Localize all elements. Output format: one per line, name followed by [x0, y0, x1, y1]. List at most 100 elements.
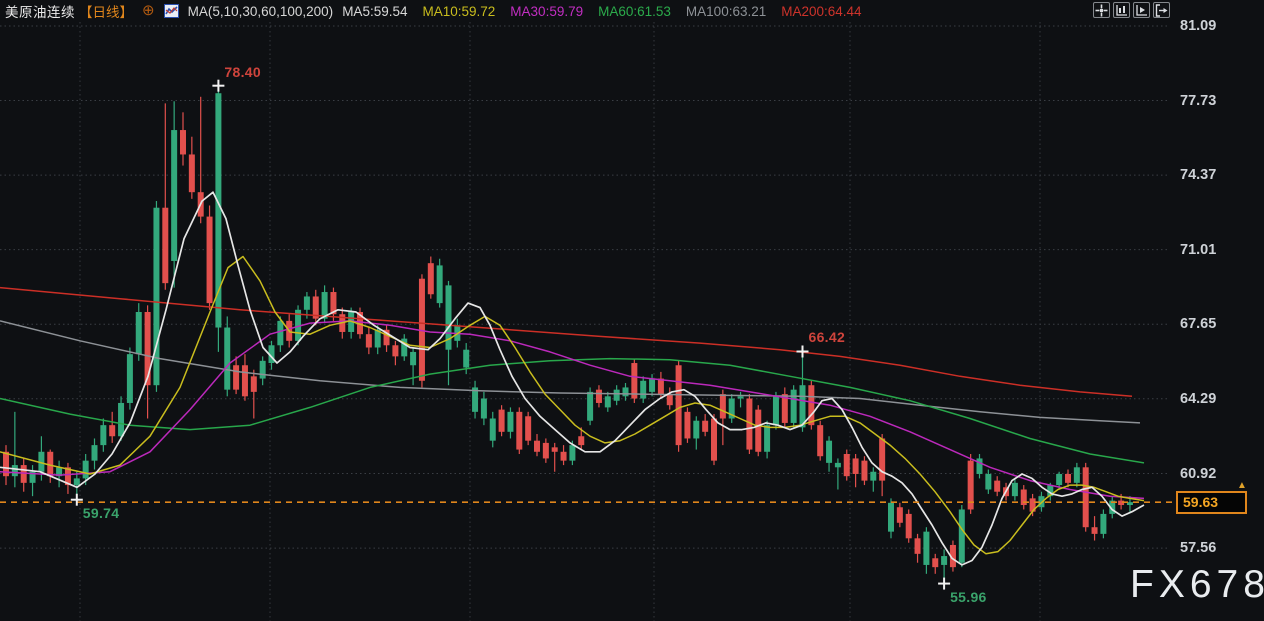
candle-body[interactable] [843, 453, 850, 477]
candle-body[interactable] [277, 320, 284, 346]
candle-body[interactable] [834, 462, 841, 468]
candle-body[interactable] [436, 265, 443, 304]
candle-body[interactable] [91, 445, 98, 461]
candle-body[interactable] [463, 349, 470, 368]
candle-body[interactable] [534, 440, 540, 452]
candle-body[interactable] [303, 296, 310, 310]
candle-body[interactable] [914, 538, 921, 554]
candle-body[interactable] [817, 425, 824, 457]
candle-body[interactable] [100, 425, 107, 446]
candle-body[interactable] [82, 460, 89, 479]
candle-body[interactable] [551, 447, 558, 452]
candle-body[interactable] [675, 365, 682, 446]
ma-value-label: MA100:63.21 [685, 3, 767, 19]
candle-body[interactable] [976, 458, 983, 474]
candle-body[interactable] [808, 385, 815, 426]
candle-body[interactable] [1073, 467, 1080, 483]
candle-body[interactable] [250, 376, 257, 392]
candle-body[interactable] [171, 130, 178, 261]
candle-body[interactable] [109, 425, 116, 437]
candle-body[interactable] [719, 394, 726, 419]
candle-body[interactable] [640, 380, 647, 399]
line-chart-icon[interactable] [163, 4, 179, 18]
candle-body[interactable] [224, 327, 231, 390]
candle-body[interactable] [365, 334, 372, 348]
candle-body[interactable] [560, 451, 567, 461]
candle-body[interactable] [896, 507, 903, 523]
candle-body[interactable] [569, 445, 576, 461]
candle-body[interactable] [755, 409, 762, 452]
candle-body[interactable] [144, 311, 151, 386]
candle-body[interactable] [852, 458, 859, 474]
candle-body[interactable] [649, 378, 656, 392]
candle-body[interactable] [188, 154, 195, 193]
candle-body[interactable] [206, 216, 213, 304]
ma-line-ma200[interactable] [0, 286, 1133, 398]
candle-body[interactable] [1065, 473, 1071, 483]
candle-body[interactable] [1091, 527, 1098, 534]
candle-body[interactable] [11, 465, 18, 477]
candle-body[interactable] [737, 396, 744, 399]
candle-body[interactable] [985, 473, 992, 490]
candle-body[interactable] [879, 438, 886, 481]
candle-body[interactable] [516, 411, 523, 450]
candle-body[interactable] [657, 378, 664, 395]
candle-body[interactable] [498, 409, 505, 432]
period-label[interactable]: 【日线】 [79, 1, 133, 21]
candlestick-chart[interactable] [0, 0, 1264, 621]
candle-body[interactable] [684, 411, 691, 439]
candle-body[interactable] [711, 418, 717, 461]
candle-body[interactable] [666, 394, 673, 406]
candle-body[interactable] [870, 471, 877, 481]
candle-body[interactable] [604, 396, 611, 408]
candle-body[interactable] [587, 391, 594, 421]
price-annotation: 55.96 [950, 588, 987, 605]
candle-body[interactable] [180, 130, 186, 155]
y-axis-label: 71.01 [1180, 241, 1217, 258]
candle-body[interactable] [259, 360, 266, 379]
candle-body[interactable] [826, 440, 833, 463]
candle-body[interactable] [241, 365, 248, 397]
candle-body[interactable] [542, 442, 549, 459]
ma-settings-label[interactable]: MA(5,10,30,60,100,200) [188, 4, 334, 19]
candle-body[interactable] [427, 263, 434, 295]
price-up-arrow-icon: ▲ [1237, 480, 1247, 492]
candle-body[interactable] [578, 436, 585, 446]
candle-body[interactable] [1100, 513, 1107, 534]
candle-body[interactable] [693, 420, 700, 439]
candle-body[interactable] [410, 351, 417, 366]
candle-body[interactable] [772, 396, 779, 426]
candle-body[interactable] [20, 465, 27, 483]
candle-body[interactable] [392, 345, 399, 357]
candle-body[interactable] [861, 460, 868, 481]
candle-body[interactable] [1011, 482, 1018, 497]
candle-body[interactable] [1082, 467, 1089, 528]
candle-body[interactable] [135, 311, 142, 355]
candle-body[interactable] [233, 365, 240, 390]
candle-body[interactable] [631, 363, 638, 399]
candle-body[interactable] [73, 478, 80, 486]
candle-body[interactable] [489, 418, 496, 441]
candle-body[interactable] [525, 416, 532, 441]
candle-body[interactable] [613, 389, 620, 401]
candle-body[interactable] [595, 389, 602, 403]
candle-body[interactable] [1056, 473, 1063, 486]
candle-body[interactable] [702, 420, 709, 432]
candle-body[interactable] [905, 513, 912, 539]
candle-body[interactable] [162, 207, 169, 284]
candle-body[interactable] [126, 354, 133, 403]
candle-body[interactable] [958, 509, 965, 563]
candle-body[interactable] [507, 411, 514, 432]
candle-body[interactable] [764, 425, 771, 452]
ma-line-ma100[interactable] [0, 320, 1141, 424]
candle-body[interactable] [888, 502, 894, 532]
candle-body[interactable] [622, 387, 629, 397]
candle-body[interactable] [480, 398, 487, 419]
circle-plus-icon[interactable]: ⊕ [142, 3, 155, 18]
candle-body[interactable] [941, 556, 948, 565]
candle-body[interactable] [790, 389, 797, 423]
candle-body[interactable] [994, 480, 1001, 492]
candle-body[interactable] [923, 531, 930, 565]
candle-body[interactable] [118, 402, 125, 437]
candle-body[interactable] [932, 558, 939, 568]
